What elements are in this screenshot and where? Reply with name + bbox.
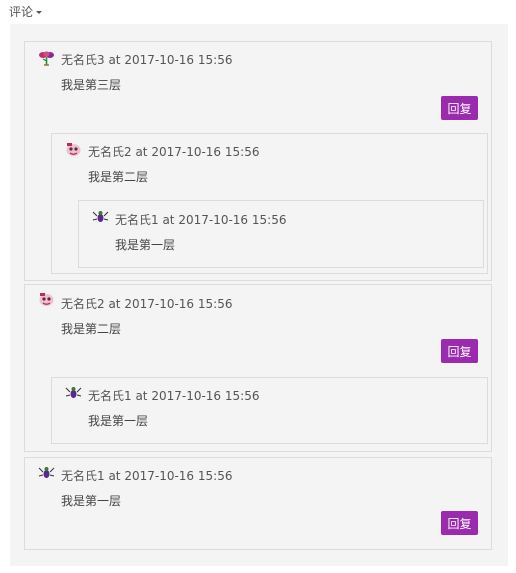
reply-text: 我是第二层 <box>88 170 149 184</box>
comments-toggle[interactable]: 评论 <box>9 3 43 20</box>
reply-meta: 无名氏1 at 2017-10-16 15:56 <box>88 389 260 403</box>
avatar-spider-icon <box>38 464 55 481</box>
avatar-spider-icon <box>92 208 109 225</box>
comment-meta: 无名氏3 at 2017-10-16 15:56 <box>61 53 233 67</box>
comment-text: 我是第二层 <box>61 322 122 336</box>
avatar-cartoon-face-icon <box>65 142 82 159</box>
comments-panel: 无名氏3 at 2017-10-16 15:56 我是第三层 回复 无名氏2 a… <box>10 24 508 566</box>
nested-reply-text: 我是第一层 <box>115 238 176 252</box>
comment-meta: 无名氏1 at 2017-10-16 15:56 <box>61 469 233 483</box>
reply-text: 我是第一层 <box>88 414 149 428</box>
comment-meta: 无名氏2 at 2017-10-16 15:56 <box>61 297 233 311</box>
avatar-bouquet-icon <box>38 50 55 67</box>
reply-button[interactable]: 回复 <box>441 511 478 535</box>
reply-button[interactable]: 回复 <box>441 96 478 120</box>
reply-meta: 无名氏2 at 2017-10-16 15:56 <box>88 145 260 159</box>
nested-reply-meta: 无名氏1 at 2017-10-16 15:56 <box>115 213 287 227</box>
avatar-cartoon-face-icon <box>38 292 55 309</box>
reply-button[interactable]: 回复 <box>441 339 478 363</box>
comment-text: 我是第一层 <box>61 494 122 508</box>
avatar-spider-icon <box>65 384 82 401</box>
comment-text: 我是第三层 <box>61 78 122 92</box>
caret-down-icon <box>36 11 43 14</box>
comments-toggle-label: 评论 <box>9 5 34 19</box>
